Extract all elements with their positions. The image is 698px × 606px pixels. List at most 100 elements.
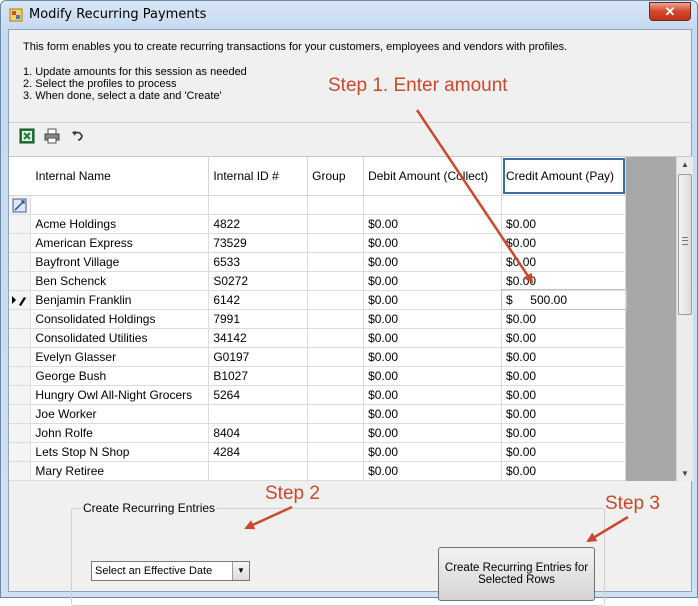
cell-internal-name[interactable]: Consolidated Holdings: [30, 309, 210, 329]
column-header-debit-amount[interactable]: Debit Amount (Collect): [363, 157, 503, 196]
cell-internal-id[interactable]: B1027: [208, 366, 309, 386]
cell-group[interactable]: [307, 233, 365, 253]
cell-debit-amount[interactable]: $0.00: [363, 366, 503, 386]
cell-credit-amount[interactable]: $0.00: [501, 347, 626, 367]
cell-debit-amount[interactable]: $0.00: [363, 252, 503, 272]
row-header[interactable]: [9, 461, 32, 481]
cell-internal-name[interactable]: John Rolfe: [30, 423, 210, 443]
credit-amount-input[interactable]: 500.00: [530, 293, 621, 307]
cell-group[interactable]: [307, 328, 365, 348]
cell-credit-amount[interactable]: $0.00: [501, 214, 626, 234]
cell-debit-amount[interactable]: $0.00: [363, 347, 503, 367]
cell-credit-amount[interactable]: $0.00: [501, 233, 626, 253]
cell-debit-amount[interactable]: $0.00: [363, 271, 503, 291]
cell-group[interactable]: [307, 461, 365, 481]
table-row[interactable]: Mary Retiree $0.00 $0.00: [9, 461, 626, 481]
cell-internal-name[interactable]: Hungry Owl All-Night Grocers: [30, 385, 210, 405]
cell-internal-name[interactable]: Ben Schenck: [30, 271, 210, 291]
cell-debit-amount[interactable]: $0.00: [363, 290, 503, 310]
row-header[interactable]: [9, 423, 32, 443]
scroll-up-arrow-icon[interactable]: ▲: [677, 157, 693, 173]
undo-icon[interactable]: [70, 128, 86, 144]
cell-debit-amount[interactable]: $0.00: [363, 442, 503, 462]
cell-debit-amount[interactable]: $0.00: [363, 461, 503, 481]
table-row[interactable]: Lets Stop N Shop 4284 $0.00 $0.00: [9, 442, 626, 462]
cell-internal-id[interactable]: 73529: [208, 233, 309, 253]
select-all-cell[interactable]: [9, 195, 32, 215]
cell-group[interactable]: [307, 347, 365, 367]
cell-credit-amount[interactable]: $0.00: [501, 461, 626, 481]
cell-debit-amount[interactable]: $0.00: [363, 404, 503, 424]
cell-credit-amount[interactable]: $0.00: [501, 328, 626, 348]
cell-internal-id[interactable]: 4822: [208, 214, 309, 234]
table-row[interactable]: Bayfront Village 6533 $0.00 $0.00: [9, 252, 626, 272]
cell-internal-name[interactable]: Benjamin Franklin: [30, 290, 210, 310]
cell-internal-name[interactable]: Mary Retiree: [30, 461, 210, 481]
table-row[interactable]: American Express 73529 $0.00 $0.00: [9, 233, 626, 253]
cell-group[interactable]: [307, 404, 365, 424]
cell-debit-amount[interactable]: $0.00: [363, 385, 503, 405]
cell-debit-amount[interactable]: $0.00: [363, 328, 503, 348]
select-all-icon[interactable]: [12, 198, 28, 214]
cell-internal-id[interactable]: 6142: [208, 290, 309, 310]
close-button[interactable]: ✕: [649, 2, 691, 21]
table-row[interactable]: Hungry Owl All-Night Grocers 5264 $0.00 $0.…: [9, 385, 626, 405]
row-header[interactable]: [9, 252, 32, 272]
effective-date-select[interactable]: Select an Effective Date ▼: [91, 561, 250, 581]
dropdown-arrow-icon[interactable]: ▼: [232, 562, 249, 580]
table-row[interactable]: Benjamin Franklin 6142 $0.00 $500.00: [9, 289, 627, 310]
cell-internal-id[interactable]: 4284: [208, 442, 309, 462]
table-row[interactable]: Consolidated Utilities 34142 $0.00 $0.00: [9, 328, 626, 348]
cell-internal-id[interactable]: [208, 404, 309, 424]
cell-credit-amount[interactable]: $0.00: [501, 366, 626, 386]
cell-group[interactable]: [307, 252, 365, 272]
cell-credit-amount[interactable]: $0.00: [501, 271, 626, 291]
cell-internal-name[interactable]: Evelyn Glasser: [30, 347, 210, 367]
row-header[interactable]: [9, 271, 32, 291]
cell-internal-name[interactable]: American Express: [30, 233, 210, 253]
cell-debit-amount[interactable]: $0.00: [363, 233, 503, 253]
cell-internal-name[interactable]: Acme Holdings: [30, 214, 210, 234]
cell-group[interactable]: [307, 214, 365, 234]
cell-internal-name[interactable]: Consolidated Utilities: [30, 328, 210, 348]
cell-group[interactable]: [307, 271, 365, 291]
row-header[interactable]: [9, 347, 32, 367]
cell-internal-id[interactable]: [208, 461, 309, 481]
table-row[interactable]: George Bush B1027 $0.00 $0.00: [9, 366, 626, 386]
cell-internal-id[interactable]: 6533: [208, 252, 309, 272]
cell-credit-amount[interactable]: $0.00: [501, 423, 626, 443]
row-header[interactable]: [9, 214, 32, 234]
cell-group[interactable]: [307, 442, 365, 462]
table-row[interactable]: Joe Worker $0.00 $0.00: [9, 404, 626, 424]
table-row[interactable]: Ben Schenck S0272 $0.00 $0.00: [9, 271, 626, 291]
cell-debit-amount[interactable]: $0.00: [363, 214, 503, 234]
cell-internal-id[interactable]: 7991: [208, 309, 309, 329]
row-header[interactable]: [9, 233, 32, 253]
cell-internal-name[interactable]: Joe Worker: [30, 404, 210, 424]
column-header-internal-name[interactable]: Internal Name: [30, 157, 210, 196]
cell-credit-amount[interactable]: $0.00: [501, 385, 626, 405]
cell-internal-name[interactable]: Lets Stop N Shop: [30, 442, 210, 462]
create-recurring-entries-button[interactable]: Create Recurring Entries for Selected Ro…: [438, 547, 595, 601]
row-header[interactable]: [9, 290, 32, 310]
cell-internal-name[interactable]: George Bush: [30, 366, 210, 386]
cell-group[interactable]: [307, 385, 365, 405]
column-header-credit-amount[interactable]: Credit Amount (Pay): [501, 157, 626, 196]
cell-credit-amount[interactable]: $0.00: [501, 442, 626, 462]
cell-credit-amount-editing[interactable]: $500.00: [500, 289, 627, 310]
cell-internal-id[interactable]: 5264: [208, 385, 309, 405]
title-bar[interactable]: Modify Recurring Payments ✕: [1, 1, 697, 29]
column-header-internal-id[interactable]: Internal ID #: [208, 157, 309, 196]
cell-group[interactable]: [307, 309, 365, 329]
column-header-group[interactable]: Group: [307, 157, 365, 196]
cell-internal-id[interactable]: 34142: [208, 328, 309, 348]
cell-credit-amount[interactable]: $0.00: [501, 252, 626, 272]
excel-export-icon[interactable]: [19, 128, 35, 144]
cell-group[interactable]: [307, 366, 365, 386]
table-row[interactable]: John Rolfe 8404 $0.00 $0.00: [9, 423, 626, 443]
cell-internal-name[interactable]: Bayfront Village: [30, 252, 210, 272]
scroll-down-arrow-icon[interactable]: ▼: [677, 466, 693, 481]
cell-credit-amount[interactable]: $0.00: [501, 404, 626, 424]
cell-debit-amount[interactable]: $0.00: [363, 309, 503, 329]
cell-debit-amount[interactable]: $0.00: [363, 423, 503, 443]
